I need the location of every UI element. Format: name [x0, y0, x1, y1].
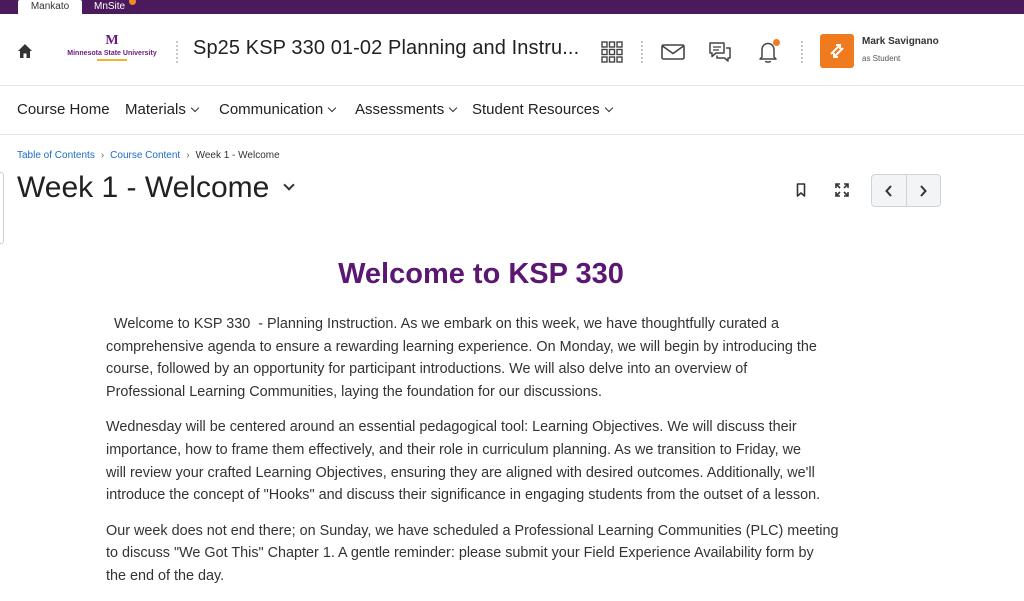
waffle-icon — [601, 41, 623, 63]
user-role: as Student — [862, 54, 901, 63]
chevron-down-icon — [190, 103, 200, 113]
chevron-down-icon — [448, 103, 458, 113]
nav-course-home[interactable]: Course Home — [17, 101, 110, 118]
user-switch-icon — [830, 44, 844, 58]
paragraph-sunday: Our week does not end there; on Sunday, … — [106, 520, 856, 588]
nav-materials-label: Materials — [125, 101, 186, 118]
nav-course-home-label: Course Home — [17, 101, 110, 118]
notification-dot — [129, 0, 136, 5]
paragraph-wednesday: Wednesday will be centered around an ess… — [106, 416, 856, 506]
nav-communication[interactable]: Communication — [219, 101, 337, 118]
header-divider — [641, 41, 644, 63]
topic-pager — [871, 174, 941, 207]
paragraph-intro: Welcome to KSP 330 - Planning Instructio… — [106, 313, 856, 403]
breadcrumb-separator: › — [100, 150, 105, 161]
alert-dot — [773, 39, 780, 46]
page-title[interactable]: Week 1 - Welcome — [17, 171, 295, 205]
tab-minsite[interactable]: MnSite — [86, 0, 138, 14]
course-header: M Minnesota State University Sp25 KSP 33… — [0, 14, 1024, 86]
breadcrumb-current: Week 1 - Welcome — [195, 150, 280, 161]
bookmark-button[interactable] — [791, 180, 811, 200]
page-title-text: Week 1 - Welcome — [17, 171, 270, 204]
paragraph-line: Welcome to KSP 330 - Planning Instructio… — [106, 316, 779, 332]
chat-icon — [709, 42, 731, 62]
logo-text: Minnesota State University — [67, 50, 157, 57]
breadcrumb: Table of Contents › Course Content › Week 1 … — [17, 150, 280, 161]
university-logo[interactable]: M Minnesota State University — [60, 33, 164, 69]
paragraph-line: introduce the concept of "Hooks" and dis… — [106, 487, 821, 504]
bookmark-icon — [796, 183, 806, 197]
chevron-down-icon — [327, 103, 337, 113]
chevron-right-icon — [920, 184, 928, 197]
paragraph-line: Professional Learning Communities, layin… — [106, 383, 602, 400]
chevron-down-icon — [604, 103, 613, 113]
nav-student-resources-label: Student Resources — [472, 101, 600, 118]
paragraph-line: course, followed by an opportunity for p… — [106, 361, 748, 378]
expand-icon — [835, 183, 849, 197]
paragraph-line: comprehensive agenda to ensure a rewardi… — [106, 338, 817, 355]
course-title[interactable]: Sp25 KSP 330 01-02 Planning and Instru..… — [193, 37, 579, 60]
org-tab-strip: Mankato MnSite — [0, 0, 1024, 14]
nav-communication-label: Communication — [219, 101, 324, 118]
paragraph-line: will review your crafted Learning Object… — [106, 464, 815, 481]
paragraph-line: the end of the day. — [106, 567, 225, 584]
fullscreen-button[interactable] — [832, 180, 852, 200]
course-navbar: Course Home Materials Communication Asse… — [0, 87, 1024, 135]
course-selector-button[interactable] — [598, 38, 626, 66]
header-divider — [801, 41, 804, 63]
side-panel-handle[interactable] — [0, 172, 4, 244]
logo-stripe — [97, 59, 127, 61]
nav-assessments[interactable]: Assessments — [355, 101, 458, 118]
next-topic-button[interactable] — [905, 175, 941, 206]
chevron-left-icon — [884, 184, 892, 197]
header-divider — [176, 41, 179, 63]
previous-topic-button[interactable] — [872, 175, 906, 206]
tab-minsite-label: MnSite — [94, 1, 126, 12]
paragraph-line: to discuss "We Got This" Chapter 1. A ge… — [106, 545, 814, 562]
paragraph-line: Wednesday will be centered around an ess… — [106, 419, 797, 436]
mail-icon — [661, 44, 685, 60]
subscription-alerts-button[interactable] — [706, 38, 734, 66]
home-icon — [18, 44, 32, 58]
home-button[interactable] — [14, 40, 36, 62]
breadcrumb-table-of-contents[interactable]: Table of Contents — [17, 150, 95, 161]
paragraph-line: importance, how to frame them effectivel… — [106, 441, 802, 458]
topic-content: Welcome to KSP 330 Welcome to KSP 330 - … — [106, 250, 856, 601]
nav-assessments-label: Assessments — [355, 101, 445, 118]
paragraph-line: Our week does not end there; on Sunday, … — [106, 522, 839, 539]
avatar[interactable] — [820, 34, 854, 68]
logo-letter: M — [105, 33, 119, 48]
nav-student-resources[interactable]: Student Resources — [472, 101, 613, 118]
user-name[interactable]: Mark Savignano — [862, 36, 939, 47]
message-alerts-button[interactable] — [659, 38, 687, 66]
chevron-down-icon — [283, 179, 295, 191]
nav-materials[interactable]: Materials — [125, 101, 200, 118]
tab-mankato[interactable]: Mankato — [18, 0, 82, 14]
content-heading: Welcome to KSP 330 — [338, 258, 624, 290]
update-alerts-button[interactable] — [754, 38, 782, 66]
breadcrumb-separator: › — [186, 150, 190, 161]
breadcrumb-course-content[interactable]: Course Content — [110, 150, 180, 161]
